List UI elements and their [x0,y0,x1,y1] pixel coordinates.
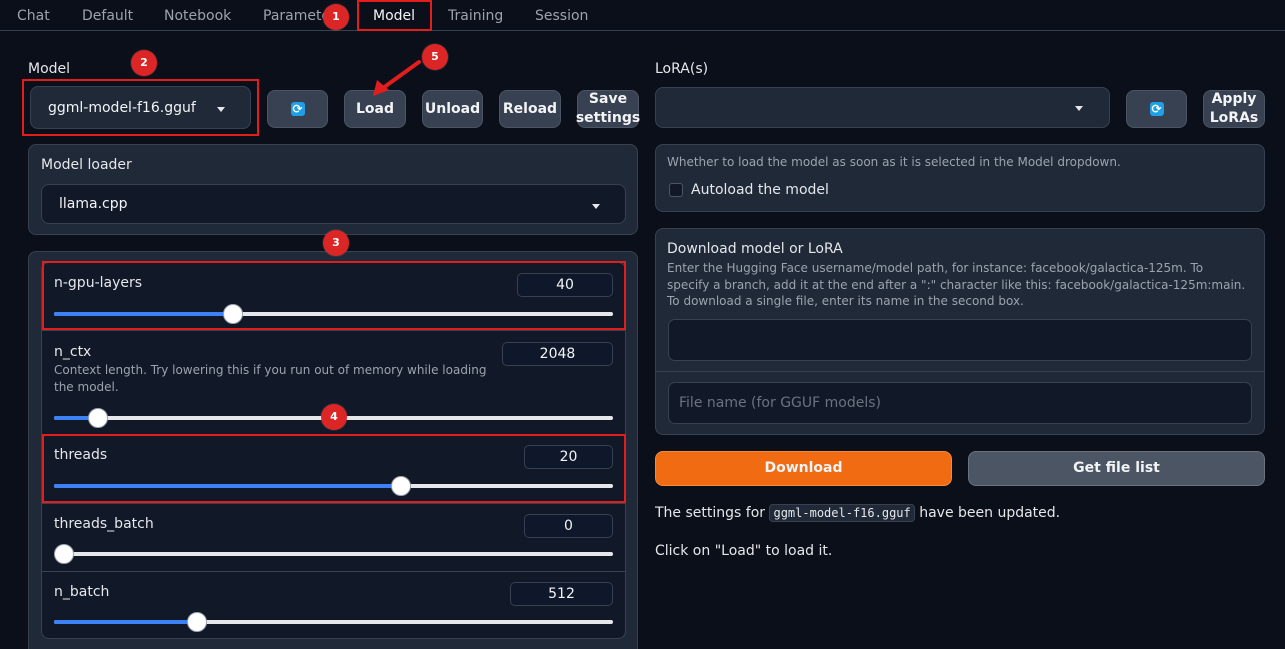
slider-label-threads-batch: threads_batch [54,516,154,532]
refresh-models-button[interactable] [267,90,328,128]
autoload-checkbox[interactable] [669,183,683,197]
file-name-placeholder: File name (for GGUF models) [679,395,881,411]
divider [42,330,625,331]
annotation-badge-1: 1 [323,4,349,30]
save-settings-button[interactable]: Save settings [576,90,640,128]
n-batch-input[interactable]: 512 [510,582,613,606]
lora-label: LoRA(s) [655,61,709,77]
reload-button[interactable]: Reload [499,90,561,128]
n-batch-slider[interactable] [54,612,613,632]
tab-parameters[interactable]: Parameters [263,0,325,31]
annotation-badge-2: 2 [131,50,157,76]
model-loader-value: llama.cpp [59,196,128,212]
slider-label-n-batch: n_batch [54,584,110,600]
status-suffix: have been updated. [919,505,1061,521]
annotation-arrow [373,60,421,96]
status-message: The settings for ggml-model-f16.gguf hav… [655,504,1061,522]
annotation-box-n-gpu-layers [42,261,626,330]
status-prefix: The settings for [655,505,766,521]
model-loader-dropdown[interactable]: llama.cpp [41,184,626,224]
annotation-badge-4: 4 [321,404,347,430]
threads-batch-input[interactable]: 0 [524,514,613,538]
model-label: Model [28,61,71,77]
get-file-list-button[interactable]: Get file list [968,451,1265,486]
model-path-input[interactable] [668,319,1252,361]
status-model-code: ggml-model-f16.gguf [769,504,915,522]
unload-button[interactable]: Unload [422,90,483,128]
download-title: Download model or LoRA [667,241,843,257]
tab-model[interactable]: Model [373,0,415,31]
tab-default[interactable]: Default [82,0,133,31]
file-name-input[interactable]: File name (for GGUF models) [668,382,1252,424]
refresh-icon [290,100,305,119]
annotation-badge-3: 3 [323,230,349,256]
slider-thumb[interactable] [88,408,108,428]
download-description: Enter the Hugging Face username/model pa… [667,261,1246,308]
chevron-down-icon [1075,106,1083,111]
autoload-info: Whether to load the model as soon as it … [667,155,1121,169]
refresh-icon [1149,100,1164,119]
divider [42,503,625,504]
slider-thumb[interactable] [54,544,74,564]
apply-loras-button[interactable]: Apply LoRAs [1203,90,1265,128]
chevron-down-icon [592,204,600,209]
autoload-label: Autoload the model [691,182,829,198]
download-button[interactable]: Download [655,451,952,486]
slider-label-n-ctx: n_ctx [54,344,92,360]
divider [42,571,625,572]
tab-chat[interactable]: Chat [17,0,50,31]
refresh-loras-button[interactable] [1126,90,1187,128]
lora-dropdown[interactable] [655,87,1110,128]
tab-training[interactable]: Training [448,0,503,31]
model-loader-label: Model loader [41,157,132,173]
n-ctx-description: Context length. Try lowering this if you… [54,363,487,394]
annotation-box-model [22,79,259,136]
annotation-box-threads [42,434,626,503]
threads-batch-slider[interactable] [54,544,613,564]
slider-thumb[interactable] [187,612,207,632]
slider-fill [54,620,197,624]
tab-notebook[interactable]: Notebook [164,0,231,31]
annotation-badge-5: 5 [422,44,448,70]
n-ctx-input[interactable]: 2048 [502,342,613,366]
status-hint: Click on "Load" to load it. [655,543,833,559]
divider [656,371,1264,372]
tab-session[interactable]: Session [535,0,588,31]
